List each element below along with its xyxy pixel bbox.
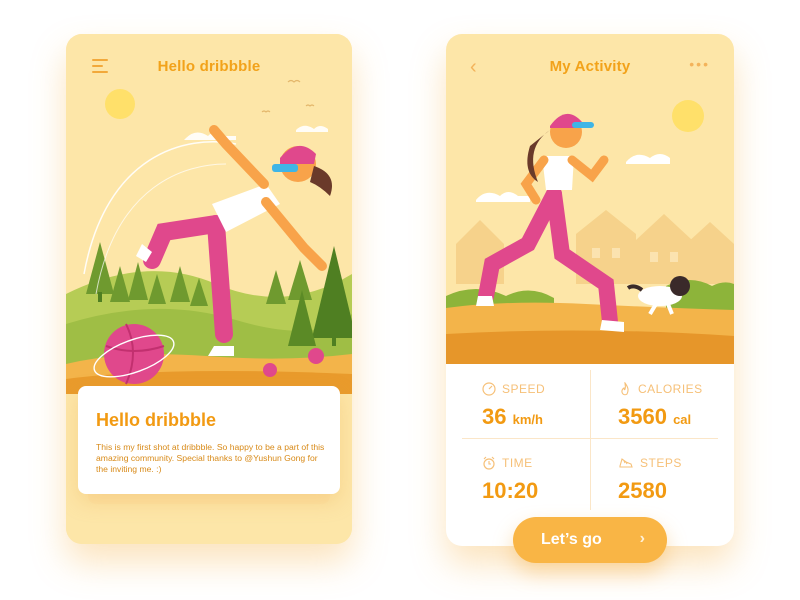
lets-go-label: Let’s go (541, 531, 602, 548)
stat-speed-label: SPEED (502, 382, 546, 396)
speedometer-icon (482, 382, 496, 396)
stat-speed: SPEED 36 km/h (482, 382, 545, 430)
more-icon[interactable]: ••• (689, 56, 710, 72)
stat-steps-label: STEPS (640, 456, 682, 470)
intro-card: Hello dribbble This is my first shot at … (78, 386, 340, 494)
stat-steps-value: 2580 (618, 478, 667, 503)
stat-calories-label: CALORIES (638, 382, 703, 396)
running-illustration (446, 34, 734, 364)
stat-calories-value: 3560 (618, 404, 667, 429)
hello-dribbble-screen: Hello dribbble Hello dribbble This is my… (66, 34, 352, 544)
chevron-right-icon: › (639, 530, 645, 547)
stat-time-label: TIME (502, 456, 533, 470)
sun-icon (672, 100, 704, 132)
stat-calories: CALORIES 3560 cal (618, 382, 703, 430)
stat-time: TIME 10:20 (482, 456, 538, 504)
basketball-icon (104, 324, 164, 384)
shoe-icon (619, 458, 633, 468)
my-activity-screen: ‹ My Activity ••• SPEED 36 km/h CALORIES… (446, 34, 734, 546)
stat-steps: STEPS 2580 (618, 456, 682, 504)
flame-icon (621, 382, 629, 396)
stat-speed-unit: km/h (512, 412, 543, 427)
card-text: This is my first shot at dribbble. So ha… (96, 442, 325, 474)
screen-title: Hello dribbble (157, 58, 261, 75)
stats-divider-vertical (590, 370, 591, 510)
lets-go-button[interactable]: Let’s go › (513, 517, 667, 563)
top-bar: Hello dribbble (66, 34, 352, 98)
stat-speed-value: 36 (482, 404, 507, 429)
alarm-clock-icon (483, 456, 495, 470)
stat-calories-unit: cal (673, 412, 692, 427)
stat-time-value: 10:20 (482, 478, 539, 503)
card-title: Hello dribbble (96, 410, 217, 430)
